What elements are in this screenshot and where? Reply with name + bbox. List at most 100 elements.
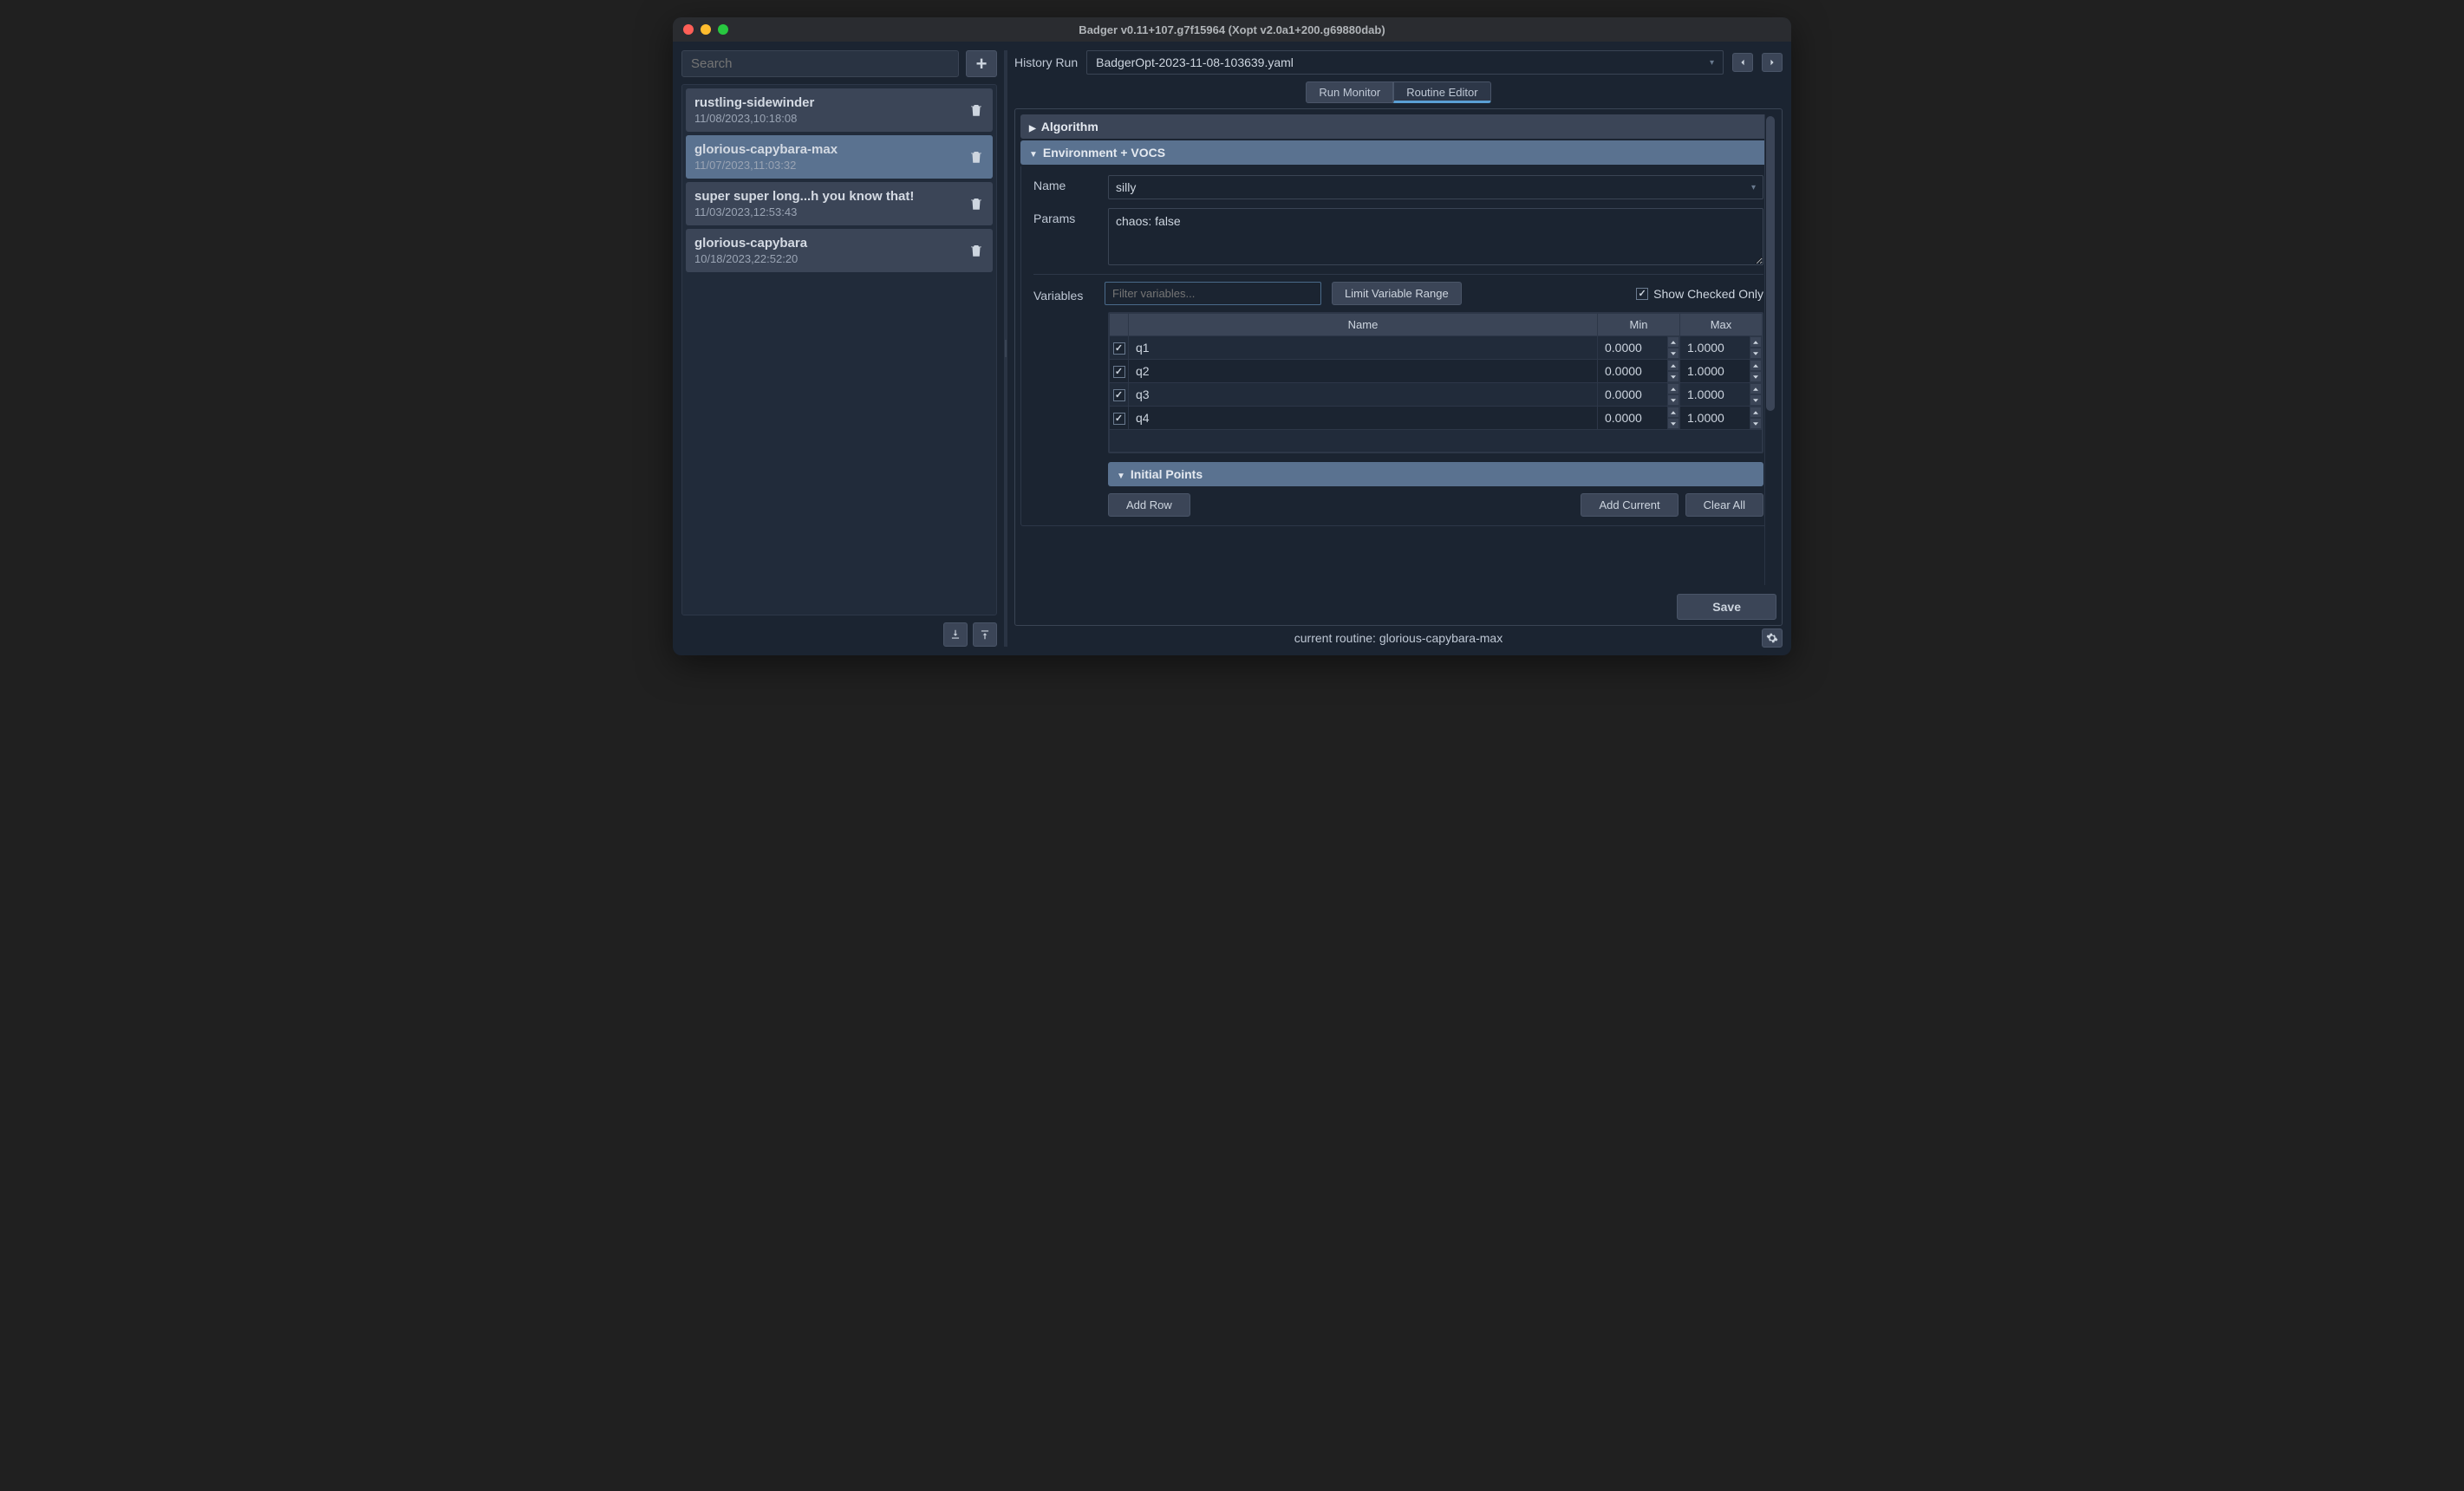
row-checkbox[interactable]: [1113, 389, 1125, 401]
routine-name: glorious-capybara: [694, 236, 968, 251]
filter-variables-input[interactable]: [1105, 282, 1321, 305]
settings-button[interactable]: [1762, 628, 1783, 648]
spin-up[interactable]: [1750, 407, 1762, 418]
add-row-button[interactable]: Add Row: [1108, 493, 1190, 517]
variables-row: Variables Limit Variable Range Show Chec…: [1033, 282, 1763, 305]
statusbar: current routine: glorious-capybara-max: [1014, 629, 1783, 647]
routine-editor: Algorithm Environment + VOCS Name silly …: [1014, 108, 1783, 626]
tab-routine-editor[interactable]: Routine Editor: [1393, 81, 1490, 103]
sidebar-top: +: [681, 50, 997, 77]
history-run-select[interactable]: BadgerOpt-2023-11-08-103639.yaml ▾: [1086, 50, 1724, 75]
limit-range-button[interactable]: Limit Variable Range: [1332, 282, 1462, 305]
spin-down[interactable]: [1750, 348, 1762, 359]
section-title: Environment + VOCS: [1043, 146, 1165, 160]
var-name: q3: [1129, 383, 1597, 406]
main-panel: History Run BadgerOpt-2023-11-08-103639.…: [1014, 50, 1783, 647]
spin-up[interactable]: [1667, 407, 1679, 418]
algorithm-section-header[interactable]: Algorithm: [1020, 114, 1776, 139]
trash-icon[interactable]: [968, 243, 984, 258]
routine-list: rustling-sidewinder 11/08/2023,10:18:08 …: [681, 84, 997, 615]
routine-item[interactable]: glorious-capybara 10/18/2023,22:52:20: [686, 229, 993, 272]
trash-icon[interactable]: [968, 196, 984, 212]
history-next-button[interactable]: [1762, 53, 1783, 72]
spin-up[interactable]: [1667, 383, 1679, 394]
routine-item[interactable]: rustling-sidewinder 11/08/2023,10:18:08: [686, 88, 993, 132]
min-cell[interactable]: 0.0000: [1598, 336, 1679, 359]
chevron-down-icon: [1117, 467, 1125, 481]
scroll-thumb[interactable]: [1766, 116, 1775, 411]
routine-date: 10/18/2023,22:52:20: [694, 252, 968, 265]
spin-down[interactable]: [1667, 371, 1679, 382]
export-button[interactable]: [973, 622, 997, 647]
spin-down[interactable]: [1750, 371, 1762, 382]
spin-up[interactable]: [1667, 336, 1679, 348]
maximize-window-button[interactable]: [718, 24, 728, 35]
trash-icon[interactable]: [968, 149, 984, 165]
params-textarea[interactable]: [1108, 208, 1763, 265]
editor-scroll: Algorithm Environment + VOCS Name silly …: [1020, 114, 1776, 585]
name-value: silly: [1116, 180, 1136, 194]
params-row: Params: [1033, 208, 1763, 265]
name-select[interactable]: silly ▾: [1108, 175, 1763, 199]
search-input[interactable]: [681, 50, 959, 77]
spin-down[interactable]: [1750, 418, 1762, 429]
sidebar-bottom: [681, 622, 997, 647]
routine-item[interactable]: glorious-capybara-max 11/07/2023,11:03:3…: [686, 135, 993, 179]
env-vocs-section-body: Name silly ▾ Params Variables: [1020, 166, 1776, 526]
sidebar: + rustling-sidewinder 11/08/2023,10:18:0…: [681, 50, 997, 647]
row-checkbox[interactable]: [1113, 366, 1125, 378]
app-window: Badger v0.11+107.g7f15964 (Xopt v2.0a1+2…: [673, 17, 1791, 655]
min-cell[interactable]: 0.0000: [1598, 383, 1679, 406]
window-body: + rustling-sidewinder 11/08/2023,10:18:0…: [673, 42, 1791, 655]
name-row: Name silly ▾: [1033, 175, 1763, 199]
save-button[interactable]: Save: [1677, 594, 1776, 620]
spin-up[interactable]: [1750, 383, 1762, 394]
checkbox-header: [1110, 314, 1129, 336]
spin-down[interactable]: [1667, 348, 1679, 359]
table-row: q30.00001.0000: [1110, 383, 1763, 407]
history-prev-button[interactable]: [1732, 53, 1753, 72]
show-checked-only[interactable]: Show Checked Only: [1636, 287, 1763, 301]
max-cell[interactable]: 1.0000: [1680, 407, 1762, 429]
routine-name: glorious-capybara-max: [694, 142, 968, 157]
spin-down[interactable]: [1750, 394, 1762, 406]
spin-up[interactable]: [1750, 360, 1762, 371]
tab-bar: Run Monitor Routine Editor: [1014, 81, 1783, 103]
import-button[interactable]: [943, 622, 968, 647]
row-checkbox[interactable]: [1113, 342, 1125, 355]
max-cell[interactable]: 1.0000: [1680, 383, 1762, 406]
history-label: History Run: [1014, 55, 1078, 69]
min-cell[interactable]: 0.0000: [1598, 360, 1679, 382]
divider: [1033, 274, 1763, 275]
initial-points-header[interactable]: Initial Points: [1108, 462, 1763, 486]
add-current-button[interactable]: Add Current: [1581, 493, 1678, 517]
routine-date: 11/03/2023,12:53:43: [694, 205, 968, 218]
routine-date: 11/07/2023,11:03:32: [694, 159, 968, 172]
max-cell[interactable]: 1.0000: [1680, 336, 1762, 359]
routine-name: super super long...h you know that!: [694, 189, 968, 204]
spin-up[interactable]: [1750, 336, 1762, 348]
env-vocs-section-header[interactable]: Environment + VOCS: [1020, 140, 1776, 165]
spin-down[interactable]: [1667, 418, 1679, 429]
max-cell[interactable]: 1.0000: [1680, 360, 1762, 382]
min-cell[interactable]: 0.0000: [1598, 407, 1679, 429]
variables-label: Variables: [1033, 285, 1094, 303]
spin-up[interactable]: [1667, 360, 1679, 371]
routine-item[interactable]: super super long...h you know that! 11/0…: [686, 182, 993, 225]
splitter[interactable]: [1004, 50, 1007, 647]
save-row: Save: [1020, 594, 1776, 620]
routine-name: rustling-sidewinder: [694, 95, 968, 110]
trash-icon[interactable]: [968, 102, 984, 118]
vertical-scrollbar[interactable]: [1764, 114, 1776, 585]
row-checkbox[interactable]: [1113, 413, 1125, 425]
add-routine-button[interactable]: +: [966, 50, 997, 77]
tab-run-monitor[interactable]: Run Monitor: [1306, 81, 1393, 103]
chevron-down-icon: ▾: [1710, 58, 1714, 68]
name-label: Name: [1033, 175, 1094, 192]
clear-all-button[interactable]: Clear All: [1685, 493, 1763, 517]
window-title: Badger v0.11+107.g7f15964 (Xopt v2.0a1+2…: [1079, 23, 1385, 36]
close-window-button[interactable]: [683, 24, 694, 35]
minimize-window-button[interactable]: [701, 24, 711, 35]
spin-down[interactable]: [1667, 394, 1679, 406]
show-checked-checkbox[interactable]: [1636, 288, 1648, 300]
